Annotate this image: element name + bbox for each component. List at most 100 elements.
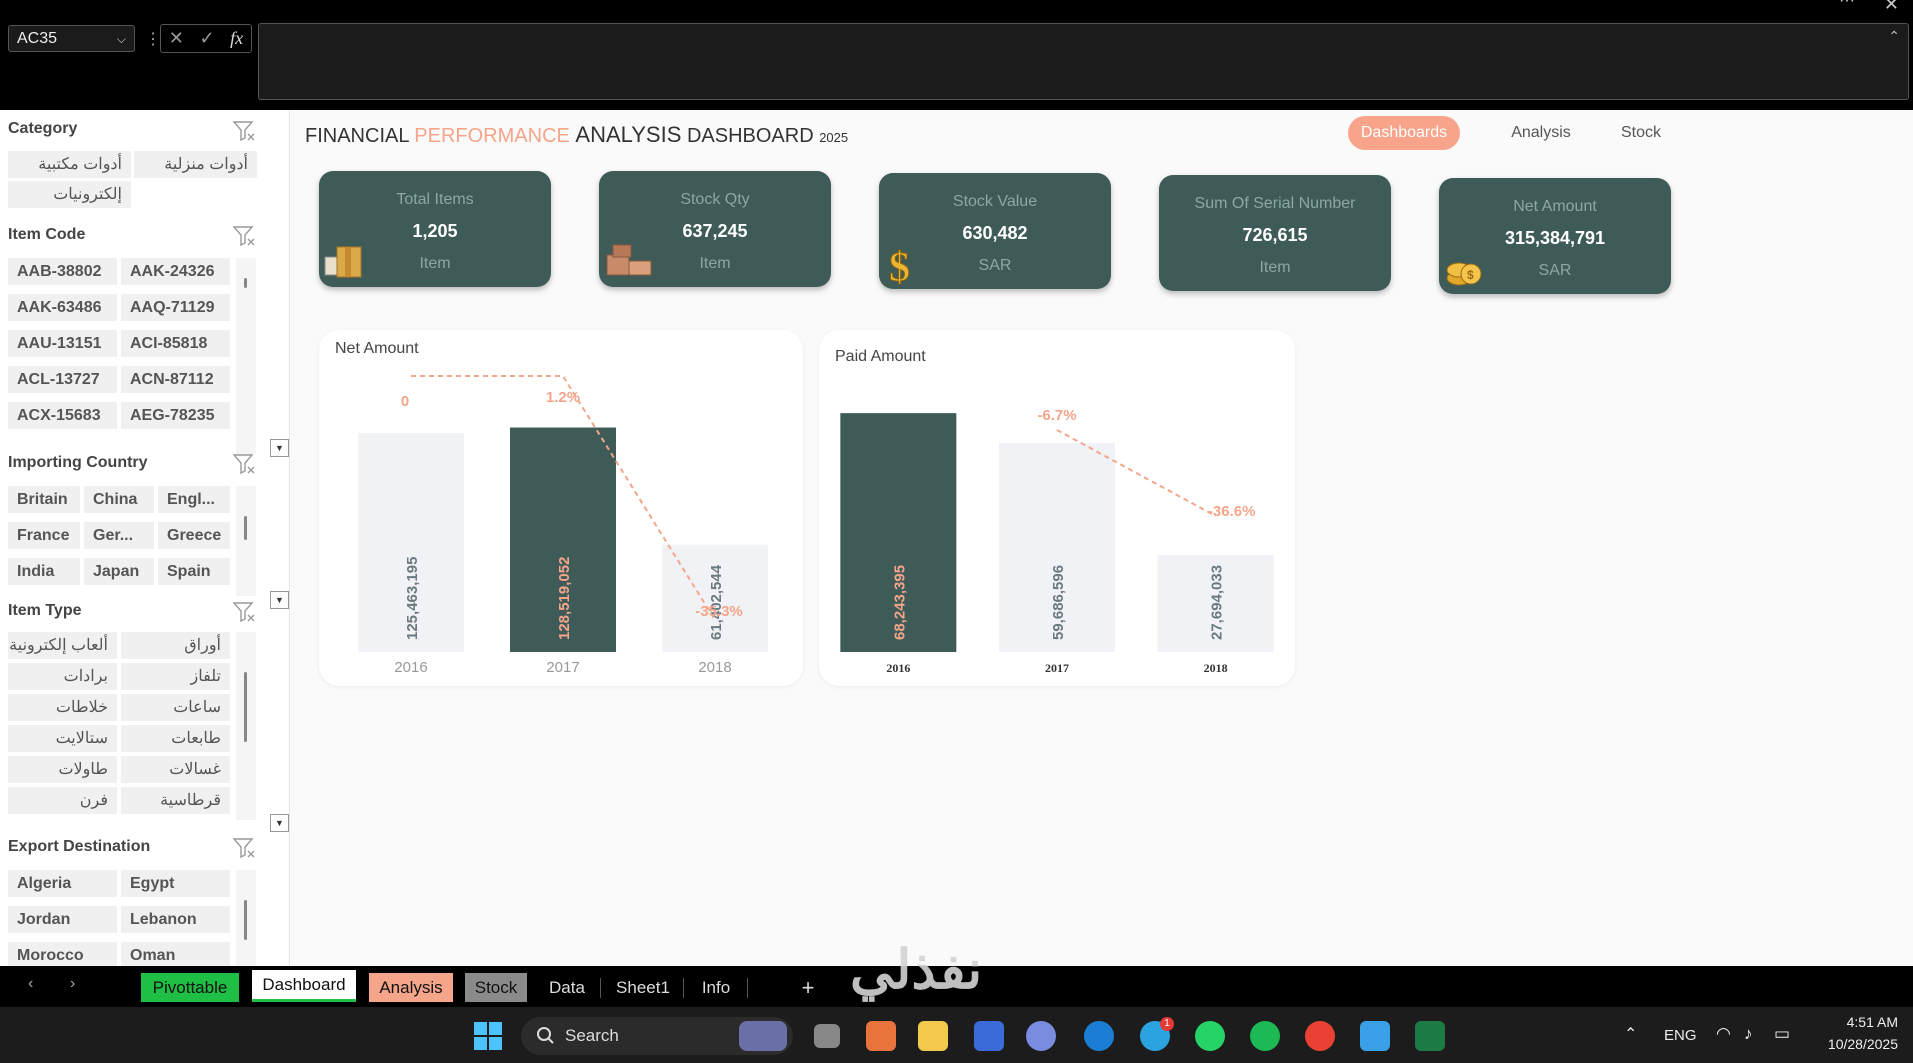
slicer-item[interactable]: India (8, 558, 80, 585)
taskbar-search[interactable]: Search (521, 1017, 793, 1055)
tab-sheet1[interactable]: Sheet1 (610, 973, 676, 1002)
clear-filter-icon[interactable] (232, 120, 256, 142)
clear-filter-icon[interactable] (232, 225, 256, 247)
slicer-item[interactable]: Jordan (8, 906, 117, 933)
collapse-formula-bar-icon[interactable]: ⌃ (1888, 28, 1900, 45)
show-hidden-icons[interactable]: ⌃ (1624, 1024, 1637, 1044)
scroll-thumb[interactable] (244, 278, 247, 288)
tab-info[interactable]: Info (692, 973, 740, 1002)
slicer-item[interactable]: Egypt (121, 870, 230, 897)
next-sheet-icon[interactable]: › (70, 975, 75, 993)
cancel-icon[interactable]: ✕ (169, 28, 184, 49)
check-icon[interactable]: ✓ (199, 28, 214, 49)
slicer-item[interactable]: Oman (121, 942, 230, 966)
windows-start-icon[interactable] (474, 1022, 502, 1050)
tab-pivottable[interactable]: Pivottable (141, 973, 239, 1002)
language-indicator[interactable]: ENG (1664, 1027, 1697, 1044)
photos-icon[interactable] (1360, 1021, 1390, 1051)
whatsapp-icon[interactable] (1195, 1021, 1225, 1051)
slicer-item[interactable]: فرن (8, 787, 117, 814)
task-view-icon[interactable] (814, 1024, 840, 1048)
clock-date[interactable]: 10/28/2025 (1800, 1036, 1898, 1052)
scroll-thumb[interactable] (244, 516, 247, 540)
excel-icon[interactable] (1415, 1021, 1445, 1051)
slicer-scrollbar[interactable] (236, 870, 256, 966)
slicer-item[interactable]: China (84, 486, 154, 513)
clear-filter-icon[interactable] (232, 453, 256, 475)
file-explorer-icon[interactable] (918, 1021, 948, 1051)
slicer-scrollbar[interactable] (236, 486, 256, 596)
slicer-item[interactable]: طاولات (8, 756, 117, 783)
prev-sheet-icon[interactable]: ‹ (28, 975, 33, 993)
scroll-down-arrow-icon[interactable]: ▼ (270, 814, 289, 832)
slicer-item[interactable]: أدوات منزلية (134, 151, 257, 178)
tab-analysis[interactable]: Analysis (369, 973, 453, 1002)
clear-filter-icon[interactable] (232, 837, 256, 859)
slicer-item[interactable]: Spain (158, 558, 230, 585)
volume-icon[interactable]: ♪ (1744, 1024, 1753, 1044)
wifi-icon[interactable]: ◠ (1716, 1024, 1731, 1044)
slicer-item[interactable]: France (8, 522, 80, 549)
kebab-icon[interactable]: ⋮ (145, 29, 161, 49)
copilot-icon[interactable] (1026, 1021, 1056, 1051)
slicer-item[interactable]: تلفاز (121, 663, 230, 690)
slicer-item[interactable]: ستالايت (8, 725, 117, 752)
slicer-item[interactable]: Greece (158, 522, 230, 549)
clock-time[interactable]: 4:51 AM (1818, 1014, 1898, 1030)
slicer-item[interactable]: Ger... (84, 522, 154, 549)
slicer-item[interactable]: خلاطات (8, 694, 117, 721)
close-window-icon[interactable]: ✕ (1884, 0, 1899, 15)
slicer-item[interactable]: أوراق (121, 632, 230, 659)
slicer-scrollbar[interactable] (236, 258, 256, 454)
scroll-thumb[interactable] (244, 672, 247, 742)
more-options-icon[interactable]: ··· (1839, 0, 1855, 10)
slicer-item[interactable]: Japan (84, 558, 154, 585)
scroll-thumb[interactable] (244, 900, 247, 940)
slicer-item[interactable]: Engl... (158, 486, 230, 513)
isp-app-icon[interactable] (974, 1021, 1004, 1051)
tab-stock[interactable]: Stock (465, 973, 527, 1002)
slicer-item[interactable]: AAK-63486 (8, 294, 117, 321)
slicer-item[interactable]: ACX-15683 (8, 402, 117, 429)
slicer-item[interactable]: Lebanon (121, 906, 230, 933)
clear-filter-icon[interactable] (232, 601, 256, 623)
chrome-icon[interactable] (1305, 1021, 1335, 1051)
slicer-item[interactable]: إلكترونيات (8, 181, 131, 208)
name-box[interactable]: AC35 ⌵ (8, 25, 135, 52)
cloud-app-icon[interactable] (1084, 1021, 1114, 1051)
insert-function-button[interactable]: fx (230, 28, 243, 49)
slicer-item[interactable]: ACL-13727 (8, 366, 117, 393)
slicer-scrollbar[interactable] (236, 632, 256, 820)
slicer-item[interactable]: AEG-78235 (121, 402, 230, 429)
chevron-down-icon[interactable]: ⌵ (117, 32, 126, 47)
scroll-down-arrow-icon[interactable]: ▼ (270, 591, 289, 609)
slicer-item[interactable]: Morocco (8, 942, 117, 966)
nav-dashboards[interactable]: Dashboards (1348, 116, 1460, 150)
battery-icon[interactable]: ▭ (1774, 1024, 1790, 1044)
slicer-item[interactable]: طابعات (121, 725, 230, 752)
spotify-icon[interactable] (1250, 1021, 1280, 1051)
slicer-item[interactable]: AAU-13151 (8, 330, 117, 357)
formula-input[interactable]: ⌃ (258, 23, 1909, 100)
slicer-item[interactable]: AAK-24326 (121, 258, 230, 285)
nav-stock[interactable]: Stock (1606, 116, 1676, 150)
brave-icon[interactable] (866, 1021, 896, 1051)
slicer-item[interactable]: برادات (8, 663, 117, 690)
kpi-stock-value: Stock Value 630,482 SAR $ (879, 173, 1111, 289)
slicer-item[interactable]: AAQ-71129 (121, 294, 230, 321)
tab-dashboard[interactable]: Dashboard (252, 970, 356, 1002)
nav-analysis[interactable]: Analysis (1496, 116, 1586, 150)
add-sheet-button[interactable]: + (790, 973, 826, 1002)
slicer-item[interactable]: قرطاسية (121, 787, 230, 814)
slicer-item[interactable]: ساعات (121, 694, 230, 721)
slicer-item[interactable]: غسالات (121, 756, 230, 783)
slicer-item[interactable]: أدوات مكتبية (8, 151, 131, 178)
slicer-item[interactable]: ACN-87112 (121, 366, 230, 393)
tab-data[interactable]: Data (541, 973, 593, 1002)
slicer-item[interactable]: ألعاب إلكترونية (8, 632, 117, 659)
slicer-item[interactable]: Algeria (8, 870, 117, 897)
slicer-item[interactable]: Britain (8, 486, 80, 513)
slicer-item[interactable]: AAB-38802 (8, 258, 117, 285)
scroll-down-arrow-icon[interactable]: ▼ (270, 439, 289, 457)
slicer-item[interactable]: ACI-85818 (121, 330, 230, 357)
